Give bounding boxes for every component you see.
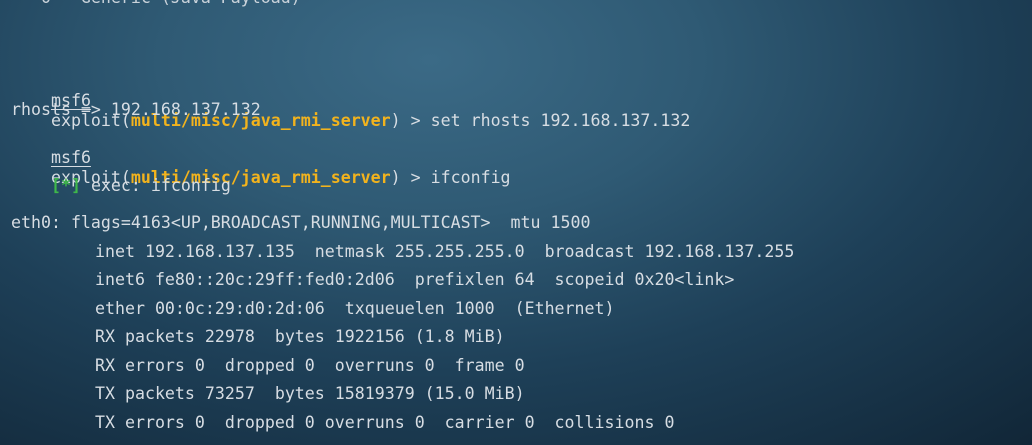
ifconfig-line: inet 192.168.137.135 netmask 255.255.255…: [95, 242, 795, 261]
ifconfig-header: eth0: flags=4163<UP,BROADCAST,RUNNING,MU…: [11, 213, 591, 232]
exec-line: [*] exec: ifconfig: [11, 156, 231, 195]
command-text: ifconfig: [430, 168, 511, 187]
prompt-line: msf6 exploit(multi/misc/java_rmi_server)…: [11, 71, 690, 130]
terminal-output[interactable]: 0 Generic (Java Payload) msf6 exploit(mu…: [0, 0, 1032, 445]
ifconfig-line: RX errors 0 dropped 0 overruns 0 frame 0: [95, 356, 525, 375]
payload-list-row: 0 Generic (Java Payload): [11, 0, 301, 8]
status-marker: [*]: [50, 176, 81, 195]
exec-text: exec: ifconfig: [80, 176, 231, 195]
prompt-line: msf6 exploit(multi/misc/java_rmi_server)…: [11, 128, 511, 187]
prompt-close: ) >: [390, 168, 431, 187]
ifconfig-line: TX packets 73257 bytes 15819379 (15.0 Mi…: [95, 384, 525, 403]
ifconfig-line: TX errors 0 dropped 0 overruns 0 carrier…: [95, 413, 675, 432]
set-output-line: rhosts => 192.168.137.132: [11, 100, 261, 119]
ifconfig-line: ether 00:0c:29:d0:2d:06 txqueuelen 1000 …: [95, 299, 615, 318]
ifconfig-line: inet6 fe80::20c:29ff:fed0:2d06 prefixlen…: [95, 270, 735, 289]
ifconfig-line: RX packets 22978 bytes 1922156 (1.8 MiB): [95, 327, 505, 346]
